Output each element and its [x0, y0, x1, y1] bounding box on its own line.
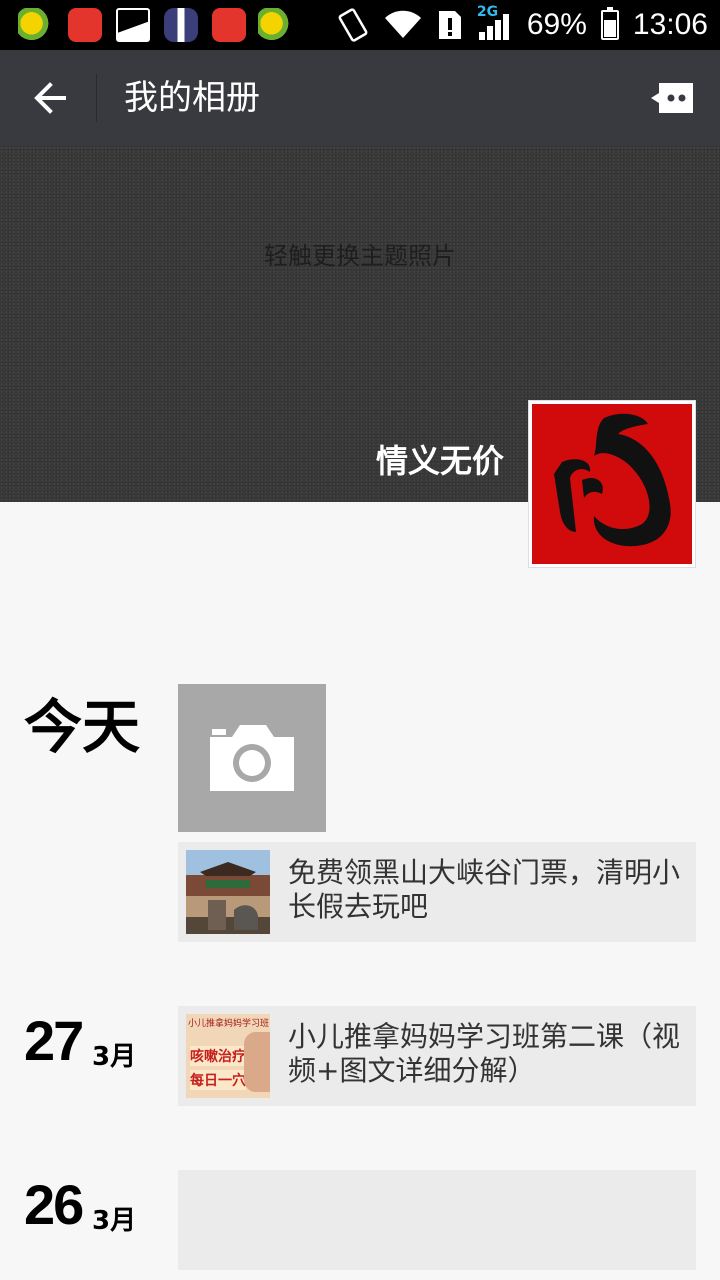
- post-text: 免费领黑山大峡谷门票，清明小长假去玩吧: [288, 856, 681, 923]
- gallery-icon: [116, 8, 150, 42]
- back-button[interactable]: [22, 70, 78, 126]
- avatar[interactable]: [528, 400, 696, 568]
- post-item[interactable]: 免费领黑山大峡谷门票，清明小长假去玩吧: [178, 842, 696, 942]
- post-thumbnail: [186, 850, 270, 934]
- message-icon: [651, 83, 693, 113]
- fu-character-image: [532, 404, 692, 564]
- title-divider: [96, 74, 97, 122]
- tuxedo-icon: [164, 8, 198, 42]
- clock: 13:06: [632, 8, 708, 41]
- wifi-icon: [384, 10, 421, 39]
- username: 情义无价: [375, 442, 504, 480]
- page-title: 我的相册: [124, 78, 260, 118]
- vibrate-icon: [338, 8, 368, 42]
- battery-percent: 69%: [526, 8, 587, 41]
- date-day: 26: [24, 1173, 84, 1236]
- huawei-icon: [68, 8, 102, 42]
- add-photo-button[interactable]: [178, 684, 326, 832]
- camera-icon: [210, 725, 294, 791]
- message-button[interactable]: [646, 74, 698, 122]
- sim-alert-icon: [438, 11, 461, 39]
- post-item[interactable]: 小儿推拿妈妈学习班 咳嗽治疗 每日一穴 小儿推拿妈妈学习班第二课（视频+图文详细…: [178, 1006, 696, 1106]
- thumbnail-figure: [244, 1032, 270, 1092]
- date-today: 今天: [24, 693, 141, 761]
- 360-mail-icon: [258, 8, 292, 42]
- signal-icon: 2G: [477, 4, 513, 42]
- arrow-left-icon: [34, 82, 66, 114]
- thumbnail-caption: 咳嗽治疗: [190, 1046, 246, 1066]
- post-thumbnail: 小儿推拿妈妈学习班 咳嗽治疗 每日一穴: [186, 1014, 270, 1098]
- date-day: 27: [24, 1009, 84, 1072]
- 360-mail-icon: [18, 8, 52, 42]
- thumbnail-caption: 小儿推拿妈妈学习班: [188, 1019, 270, 1029]
- post-text: 小儿推拿妈妈学习班第二课（视频+图文详细分解）: [288, 1020, 681, 1087]
- post-item[interactable]: [178, 1170, 696, 1270]
- title-bar: 我的相册: [0, 50, 720, 146]
- thumbnail-caption: 每日一穴: [190, 1070, 246, 1090]
- status-bar: 2G 69% 13:06: [0, 0, 720, 50]
- huawei-icon: [212, 8, 246, 42]
- cover-hint: 轻触更换主题照片: [264, 242, 456, 270]
- battery-icon: [600, 7, 619, 40]
- date-month: 3月: [92, 1206, 137, 1236]
- date-month: 3月: [92, 1042, 137, 1072]
